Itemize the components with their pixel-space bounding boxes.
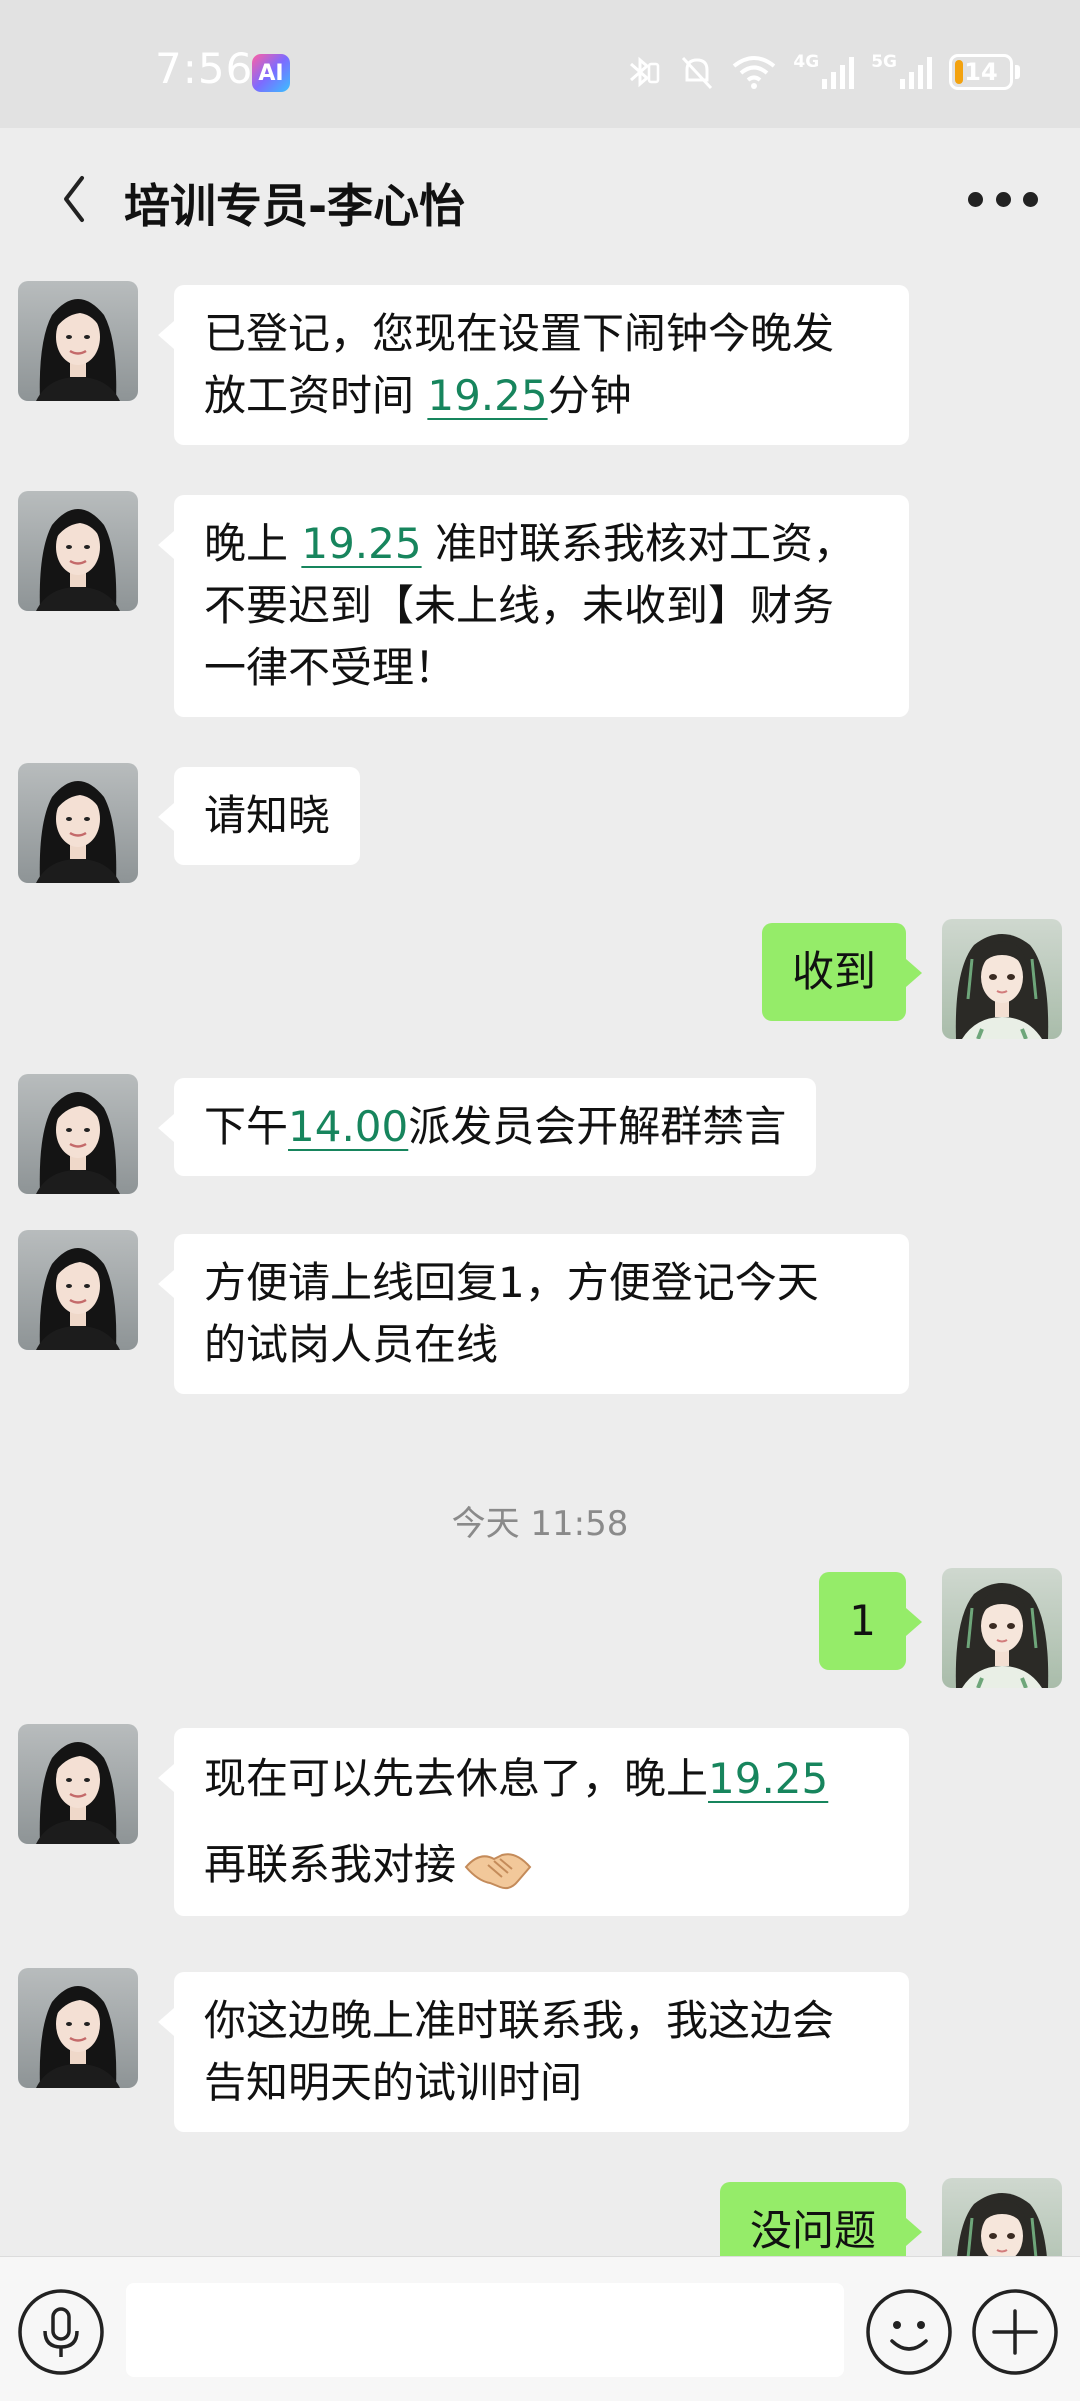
- back-button[interactable]: [48, 168, 98, 230]
- network-4g-label: 4G: [793, 51, 820, 72]
- more-icon: [968, 191, 983, 207]
- bluetooth-icon: [623, 52, 663, 92]
- message-bubble[interactable]: 你这边晚上准时联系我，我这边会 告知明天的试训时间: [158, 1972, 909, 2132]
- more-functions-button[interactable]: [970, 2287, 1060, 2377]
- input-bar: [0, 2256, 1080, 2401]
- mute-icon: [679, 52, 715, 92]
- chat-header: 培训专员-李心怡: [0, 128, 1080, 270]
- time-link[interactable]: 19.25: [301, 519, 421, 568]
- network-5g-label: 5G: [871, 51, 897, 72]
- message-bubble[interactable]: 请知晓: [157, 767, 361, 865]
- battery-icon: 14: [949, 54, 1020, 90]
- message-bubble[interactable]: 下午14.00派发员会开解群禁言: [157, 1078, 817, 1176]
- time-link[interactable]: 14.00: [288, 1102, 408, 1151]
- message-bubble[interactable]: 方便请上线回复1，方便登记今天 的试岗人员在线: [158, 1234, 909, 1394]
- contact-avatar[interactable]: [18, 1074, 138, 1194]
- battery-level: 14: [964, 58, 998, 86]
- emoji-button[interactable]: [864, 2287, 954, 2377]
- message-bubble-self[interactable]: 收到: [761, 923, 923, 1021]
- chat-title: 培训专员-李心怡: [124, 179, 466, 233]
- more-button[interactable]: [968, 182, 1038, 216]
- voice-button[interactable]: [16, 2287, 106, 2377]
- emoji-icon: [866, 2289, 952, 2375]
- plus-icon: [972, 2289, 1058, 2375]
- message-bubble[interactable]: 晚上 19.25 准时联系我核对工资， 不要迟到【未上线，未收到】财务 一律不受…: [158, 495, 909, 717]
- contact-avatar[interactable]: [18, 281, 138, 401]
- self-avatar[interactable]: [942, 1568, 1062, 1688]
- message-bubble[interactable]: 现在可以先去休息了，晚上19.25 再联系我对接: [158, 1728, 909, 1916]
- contact-avatar[interactable]: [18, 1968, 138, 2088]
- contact-avatar[interactable]: [18, 1724, 138, 1844]
- ai-badge: AI: [252, 54, 290, 92]
- message-bubble[interactable]: 已登记，您现在设置下闹钟今晚发 放工资时间 19.25分钟: [158, 285, 909, 445]
- time-link[interactable]: 19.25: [427, 371, 547, 420]
- time-link[interactable]: 19.25: [708, 1754, 828, 1803]
- message-bubble-self[interactable]: 1: [819, 1572, 922, 1670]
- status-bar: 7:56 AI 4G 5G 14: [0, 0, 1080, 128]
- status-time: 7:56: [155, 44, 254, 93]
- handshake-icon: [464, 1852, 532, 1889]
- status-icons: 4G 5G 14: [623, 50, 1020, 94]
- wifi-icon: [731, 52, 777, 92]
- contact-avatar[interactable]: [18, 1230, 138, 1350]
- voice-icon: [18, 2289, 104, 2375]
- contact-avatar[interactable]: [18, 491, 138, 611]
- signal-5g-icon: 5G: [871, 51, 933, 89]
- contact-avatar[interactable]: [18, 763, 138, 883]
- chat-timestamp: 今天 11:58: [451, 1504, 629, 1544]
- back-icon: [64, 176, 84, 222]
- signal-4g-icon: 4G: [793, 51, 855, 89]
- self-avatar[interactable]: [942, 919, 1062, 1039]
- message-input[interactable]: [126, 2283, 844, 2377]
